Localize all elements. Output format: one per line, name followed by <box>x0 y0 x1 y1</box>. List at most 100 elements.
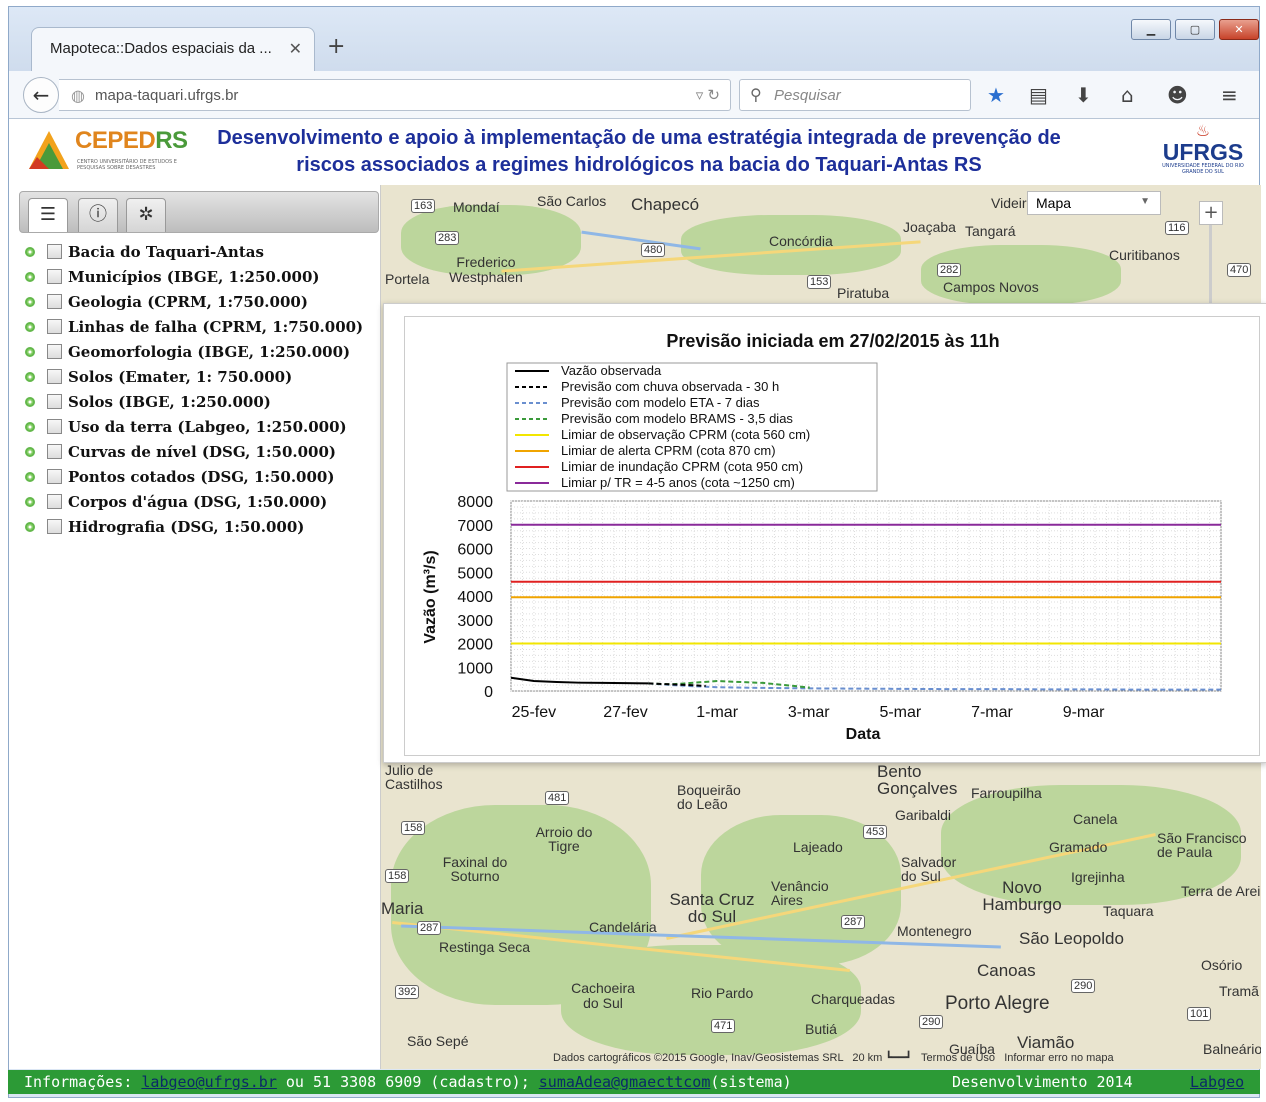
settings-tab-icon[interactable]: ✲ <box>126 198 166 232</box>
highway-shield: 116 <box>1165 221 1189 235</box>
town-label: Boqueirão do Leão <box>677 782 741 812</box>
town-label: Maria <box>381 899 424 918</box>
layer-status-icon <box>25 346 35 357</box>
layer-item[interactable]: Geomorfologia (IBGE, 1:250.000) <box>25 339 363 364</box>
close-window-button[interactable]: ✕ <box>1219 19 1259 40</box>
y-tick-label: 0 <box>484 684 493 701</box>
browser-tab[interactable]: Mapoteca::Dados espaciais da ... ✕ <box>31 27 315 71</box>
layer-checkbox[interactable] <box>47 294 62 309</box>
info-tab-icon[interactable]: ⓘ <box>78 198 118 232</box>
town-label: Curitibanos <box>1109 247 1180 263</box>
legend-label: Limiar de alerta CPRM (cota 870 cm) <box>561 443 776 458</box>
footer-system: (sistema) <box>710 1073 792 1091</box>
layer-item[interactable]: Bacia do Taquari-Antas <box>25 239 363 264</box>
url-bar[interactable]: ◍ mapa-taquari.ufrgs.br ▿ ↻ <box>59 79 731 111</box>
highway-shield: 153 <box>807 275 832 289</box>
layer-item[interactable]: Geologia (CPRM, 1:750.000) <box>25 289 363 314</box>
forecast-chart: Previsão iniciada em 27/02/2015 às 11h Va… <box>404 316 1260 756</box>
new-tab-icon[interactable]: + <box>327 34 345 59</box>
layer-item[interactable]: Municípios (IBGE, 1:250.000) <box>25 264 363 289</box>
footer-info-label: Informações: <box>24 1073 133 1091</box>
town-label: Portela <box>385 271 430 287</box>
y-tick-label: 4000 <box>457 589 493 606</box>
home-icon[interactable]: ⌂ <box>1121 83 1134 107</box>
layers-tab-icon[interactable]: ☰ <box>28 198 68 232</box>
bookmark-star-icon[interactable]: ★ <box>987 83 1005 107</box>
layer-item[interactable]: Linhas de falha (CPRM, 1:750.000) <box>25 314 363 339</box>
search-input[interactable]: ⚲ Pesquisar <box>739 79 971 111</box>
page-header: CEPEDRS CENTRO UNIVERSITÁRIO DE ESTUDOS … <box>9 119 1259 185</box>
town-label: São Francisco de Paula <box>1157 830 1247 860</box>
email-link[interactable]: labgeo@ufrgs.br <box>141 1073 276 1091</box>
layer-label: Solos (IBGE, 1:250.000) <box>68 392 271 411</box>
town-label: Chapecó <box>631 195 700 214</box>
town-label: Mondaí <box>453 199 500 215</box>
town-label: Osório <box>1201 957 1243 973</box>
layer-checkbox[interactable] <box>47 344 62 359</box>
highway-shield: 163 <box>411 199 436 213</box>
town-label: Rio Pardo <box>691 985 754 1001</box>
town-label: Salvador do Sul <box>901 854 957 884</box>
layer-checkbox[interactable] <box>47 319 62 334</box>
system-email-link[interactable]: sumaAdea@gmaecttcom <box>539 1073 711 1091</box>
layer-label: Geomorfologia (IBGE, 1:250.000) <box>68 342 351 361</box>
chat-icon[interactable]: ☻ <box>1167 83 1188 107</box>
reload-icon[interactable]: ▿ ↻ <box>696 86 720 104</box>
layer-label: Solos (Emater, 1: 750.000) <box>68 367 293 386</box>
layer-item[interactable]: Corpos d'água (DSG, 1:50.000) <box>25 489 363 514</box>
map-type-select[interactable]: Mapa ▼ <box>1027 191 1161 215</box>
layer-checkbox[interactable] <box>47 519 62 534</box>
layer-item[interactable]: Curvas de nível (DSG, 1:50.000) <box>25 439 363 464</box>
layer-checkbox[interactable] <box>47 444 62 459</box>
town-label: Garibaldi <box>895 807 952 823</box>
chevron-down-icon: ▼ <box>1140 196 1150 207</box>
town-label: Concórdia <box>769 233 833 249</box>
layer-label: Corpos d'água (DSG, 1:50.000) <box>68 492 328 511</box>
town-label: Joaçaba <box>903 219 956 235</box>
layer-list: Bacia do Taquari-Antas Municípios (IBGE, … <box>25 239 363 539</box>
layer-label: Geologia (CPRM, 1:750.000) <box>68 292 308 311</box>
minimize-button[interactable]: ▁ <box>1131 19 1171 40</box>
layer-checkbox[interactable] <box>47 469 62 484</box>
download-icon[interactable]: ⬇ <box>1075 83 1092 107</box>
back-arrow-icon[interactable]: ← <box>23 77 59 113</box>
y-tick-label: 2000 <box>457 637 493 654</box>
layer-item[interactable]: Uso da terra (Labgeo, 1:250.000) <box>25 414 363 439</box>
layer-item[interactable]: Solos (Emater, 1: 750.000) <box>25 364 363 389</box>
highway-shield: 287 <box>417 921 442 935</box>
maximize-button[interactable]: ▢ <box>1175 19 1215 40</box>
reading-list-icon[interactable]: ▤ <box>1029 83 1048 107</box>
highway-shield: 480 <box>641 243 666 257</box>
layer-status-icon <box>25 296 35 307</box>
layer-checkbox[interactable] <box>47 419 62 434</box>
tab-close-icon[interactable]: ✕ <box>289 39 302 59</box>
layer-checkbox[interactable] <box>47 244 62 259</box>
x-tick-label: 1-mar <box>696 704 738 721</box>
town-label: Piratuba <box>837 285 890 301</box>
town-label: Frederico Westphalen <box>449 254 523 285</box>
town-label: Canoas <box>977 961 1036 980</box>
y-tick-label: 1000 <box>457 660 493 677</box>
town-label: Cachoeira do Sul <box>571 980 635 1011</box>
highway-shield: 158 <box>385 869 410 883</box>
labgeo-link[interactable]: Labgeo <box>1190 1070 1244 1094</box>
layer-checkbox[interactable] <box>47 269 62 284</box>
zoom-in-button[interactable]: + <box>1199 201 1223 225</box>
town-label: Tramã <box>1219 983 1259 999</box>
layer-checkbox[interactable] <box>47 369 62 384</box>
town-label: Campos Novos <box>943 279 1039 295</box>
layer-checkbox[interactable] <box>47 394 62 409</box>
terms-link[interactable]: Termos de Uso <box>921 1052 995 1064</box>
legend-label: Vazão observada <box>561 363 662 378</box>
layer-status-icon <box>25 496 35 507</box>
highway-shield: 392 <box>395 985 420 999</box>
layer-item[interactable]: Solos (IBGE, 1:250.000) <box>25 389 363 414</box>
tab-bar: Mapoteca::Dados espaciais da ... ✕ + ▁ ▢… <box>9 7 1259 71</box>
layer-item[interactable]: Pontos cotados (DSG, 1:50.000) <box>25 464 363 489</box>
menu-icon[interactable]: ≡ <box>1221 83 1238 107</box>
report-link[interactable]: Informar erro no mapa <box>1004 1052 1113 1064</box>
url-text: mapa-taquari.ufrgs.br <box>95 87 239 104</box>
layer-item[interactable]: Hidrografia (DSG, 1:50.000) <box>25 514 363 539</box>
town-label: Tangará <box>965 223 1016 239</box>
layer-checkbox[interactable] <box>47 494 62 509</box>
